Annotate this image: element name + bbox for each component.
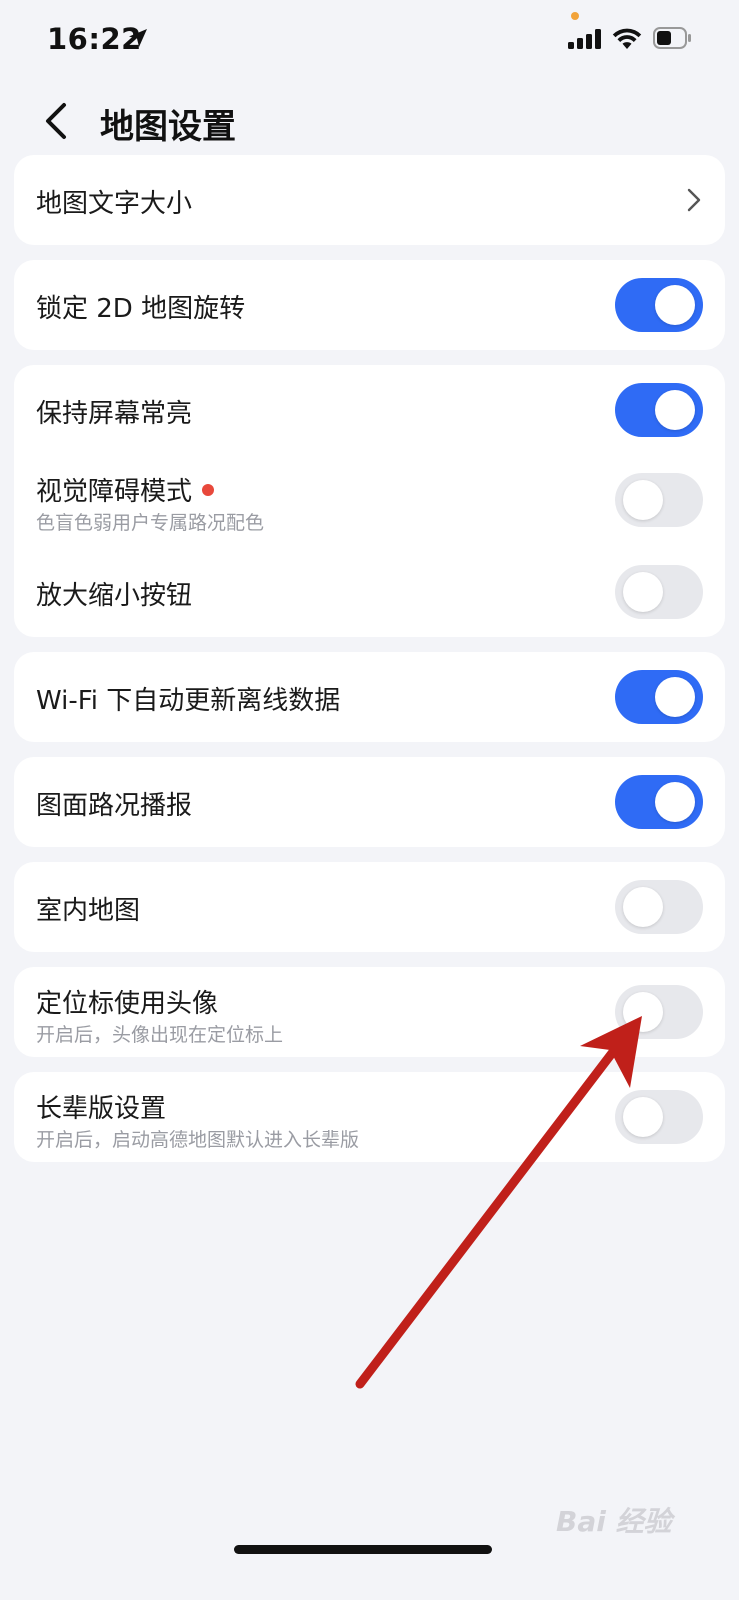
keep-screen-on-toggle[interactable] (615, 383, 703, 437)
toggle-knob (623, 992, 663, 1032)
zoom-buttons-label: 放大缩小按钮 (36, 581, 193, 611)
home-indicator[interactable] (234, 1545, 492, 1554)
wifi-update-label: Wi-Fi 下自动更新离线数据 (36, 686, 341, 716)
zoom-buttons-row: 放大缩小按钮 (14, 547, 725, 637)
cellular-signal-icon (568, 29, 601, 49)
avatar-locator-row: 定位标使用头像 开启后，头像出现在定位标上 (14, 967, 725, 1057)
toggle-knob (655, 285, 695, 325)
toggle-knob (655, 782, 695, 822)
new-badge-dot (202, 483, 215, 496)
watermark: Bai 经验 (556, 1505, 672, 1538)
zoom-buttons-toggle[interactable] (615, 565, 703, 619)
toggle-knob (623, 480, 663, 520)
keep-screen-on-row: 保持屏幕常亮 (14, 365, 725, 455)
traffic-broadcast-row: 图面路况播报 (14, 757, 725, 847)
indoor-map-row: 室内地图 (14, 862, 725, 952)
lock-rotation-toggle[interactable] (615, 278, 703, 332)
elder-mode-label: 长辈版设置 (36, 1094, 167, 1124)
lock-rotation-label: 锁定 2D 地图旋转 (36, 294, 246, 324)
indoor-map-card: 室内地图 (14, 862, 725, 952)
elder-mode-toggle[interactable] (615, 1090, 703, 1144)
visual-impairment-row: 视觉障碍模式 色盲色弱用户专属路况配色 (14, 455, 725, 545)
avatar-locator-toggle[interactable] (615, 985, 703, 1039)
display-settings-card: 保持屏幕常亮 视觉障碍模式 色盲色弱用户专属路况配色 放大缩小按钮 (14, 365, 725, 637)
elder-mode-row: 长辈版设置 开启后，启动高德地图默认进入长辈版 (14, 1072, 725, 1162)
toggle-knob (623, 1097, 663, 1137)
status-bar: 16:22 (0, 0, 739, 80)
toggle-knob (655, 390, 695, 430)
elder-mode-card: 长辈版设置 开启后，启动高德地图默认进入长辈版 (14, 1072, 725, 1162)
navigation-header: 地图设置 (0, 85, 739, 155)
map-text-size-card: 地图文字大小 (14, 155, 725, 245)
location-arrow-icon (129, 29, 147, 47)
elder-mode-sublabel: 开启后，启动高德地图默认进入长辈版 (36, 1129, 360, 1151)
avatar-locator-sublabel: 开启后，头像出现在定位标上 (36, 1024, 284, 1046)
visual-impairment-toggle[interactable] (615, 473, 703, 527)
back-button[interactable] (36, 97, 76, 145)
map-text-size-label: 地图文字大小 (36, 189, 193, 219)
toggle-knob (623, 887, 663, 927)
indoor-map-toggle[interactable] (615, 880, 703, 934)
traffic-broadcast-card: 图面路况播报 (14, 757, 725, 847)
traffic-broadcast-toggle[interactable] (615, 775, 703, 829)
chevron-right-icon (687, 188, 701, 212)
indoor-map-label: 室内地图 (36, 896, 141, 926)
toggle-knob (623, 572, 663, 612)
lock-rotation-card: 锁定 2D 地图旋转 (14, 260, 725, 350)
battery-icon (653, 27, 691, 49)
page-title: 地图设置 (100, 107, 236, 147)
avatar-locator-label: 定位标使用头像 (36, 989, 219, 1019)
lock-rotation-row: 锁定 2D 地图旋转 (14, 260, 725, 350)
avatar-locator-card: 定位标使用头像 开启后，头像出现在定位标上 (14, 967, 725, 1057)
privacy-indicator-dot (571, 12, 579, 20)
toggle-knob (655, 677, 695, 717)
wifi-update-row: Wi-Fi 下自动更新离线数据 (14, 652, 725, 742)
wifi-icon (612, 28, 642, 49)
chevron-left-icon (46, 103, 66, 139)
map-text-size-row[interactable]: 地图文字大小 (14, 155, 725, 245)
wifi-update-card: Wi-Fi 下自动更新离线数据 (14, 652, 725, 742)
wifi-update-toggle[interactable] (615, 670, 703, 724)
visual-impairment-sublabel: 色盲色弱用户专属路况配色 (36, 512, 265, 534)
traffic-broadcast-label: 图面路况播报 (36, 791, 193, 821)
keep-screen-on-label: 保持屏幕常亮 (36, 399, 193, 429)
visual-impairment-label: 视觉障碍模式 (36, 471, 215, 508)
visual-impairment-label-text: 视觉障碍模式 (36, 477, 193, 507)
